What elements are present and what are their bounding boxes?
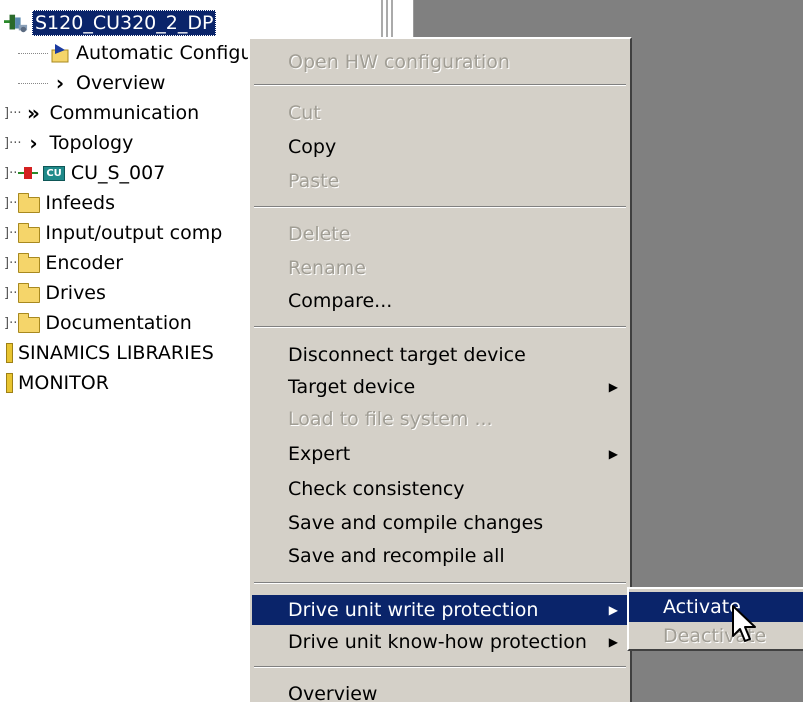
menu-item-load-to-file-system[interactable]: Load to file system ... [252, 404, 628, 434]
menu-item-disconnect-target-device[interactable]: Disconnect target device [252, 340, 628, 370]
chevron-right-icon: › [55, 71, 65, 95]
tree-connector [18, 52, 48, 54]
tree-item-label: MONITOR [18, 372, 109, 394]
tree-item-encoder[interactable]: ]·· Encoder [4, 248, 123, 278]
menu-separator [254, 666, 626, 668]
menu-item-compare[interactable]: Compare... [252, 286, 628, 316]
tree-item-drive-unit[interactable]: S120_CU320_2_DP [4, 8, 217, 38]
submenu-arrow-icon: ▶ [608, 635, 618, 649]
expand-toggle[interactable]: ]·· [4, 196, 17, 211]
menu-item-copy[interactable]: Copy [252, 132, 628, 162]
auto-config-icon [48, 41, 72, 65]
menu-item-overview[interactable]: Overview [252, 679, 628, 709]
drive-unit-icon [4, 11, 28, 35]
tree-item-monitor[interactable]: MONITOR [4, 368, 109, 398]
menu-separator [254, 582, 626, 584]
tree-item-label: Communication [49, 102, 200, 124]
tree-item-label: Infeeds [45, 192, 116, 214]
expand-toggle[interactable]: ]·· [4, 166, 17, 181]
tree-item-label: Drives [45, 282, 106, 304]
submenu-arrow-icon: ▶ [608, 380, 618, 394]
tree-item-label: Input/output comp [45, 222, 223, 244]
menu-item-delete[interactable]: Delete [252, 219, 628, 249]
menu-item-open-hw-configuration[interactable]: Open HW configuration [252, 47, 628, 77]
tree-item-topology[interactable]: ]··· › Topology [4, 128, 133, 158]
splitter-grip [386, 0, 388, 40]
expand-toggle[interactable]: ]·· [4, 316, 17, 331]
folder-icon [17, 311, 41, 335]
tree-item-label: Overview [76, 72, 166, 94]
submenu-arrow-icon: ▶ [608, 447, 618, 461]
menu-item-check-consistency[interactable]: Check consistency [252, 474, 628, 504]
folder-icon [17, 281, 41, 305]
tree-item-communication[interactable]: ]··· » Communication [4, 98, 199, 128]
menu-separator [254, 206, 626, 208]
tree-item-label: Encoder [45, 252, 124, 274]
tree-item-label: S120_CU320_2_DP [32, 10, 217, 36]
menu-item-paste[interactable]: Paste [252, 166, 628, 196]
tree-item-label: Automatic Configu [76, 42, 253, 64]
folder-icon [17, 191, 41, 215]
chevron-right-icon: › [29, 131, 38, 155]
folder-icon [17, 221, 41, 245]
tree-item-label: CU_S_007 [70, 162, 166, 184]
menu-item-save-and-recompile-all[interactable]: Save and recompile all [252, 541, 628, 571]
menu-item-target-device[interactable]: Target device ▶ [252, 372, 628, 402]
menu-item-expert[interactable]: Expert ▶ [252, 439, 628, 469]
library-icon [4, 371, 14, 395]
tree-item-automatic-configuration[interactable]: Automatic Configu [18, 38, 252, 68]
menu-separator [254, 326, 626, 328]
control-unit-icon: CU [43, 161, 65, 185]
submenu-item-deactivate[interactable]: Deactivate [629, 621, 803, 651]
tree-item-label: Topology [49, 132, 134, 154]
expand-toggle[interactable]: ]·· [4, 256, 17, 271]
tree-item-sinamics-libraries[interactable]: SINAMICS LIBRARIES [4, 338, 214, 368]
menu-item-cut[interactable]: Cut [252, 98, 628, 128]
tree-item-infeeds[interactable]: ]·· Infeeds [4, 188, 115, 218]
tree-connector [18, 82, 48, 84]
expand-toggle[interactable]: ]··· [4, 136, 21, 151]
expand-toggle[interactable]: ]··· [4, 106, 21, 121]
menu-separator [254, 84, 626, 86]
tree-item-documentation[interactable]: ]·· Documentation [4, 308, 192, 338]
tree-item-cu-s-007[interactable]: ]·· CU CU_S_007 [4, 158, 165, 188]
write-protection-submenu: Activate Deactivate [627, 587, 803, 651]
tree-item-overview[interactable]: › Overview [18, 68, 165, 98]
tree-item-input-output-components[interactable]: ]·· Input/output comp [4, 218, 222, 248]
expand-toggle[interactable]: ]·· [4, 226, 17, 241]
context-menu: Open HW configuration Cut Copy Paste Del… [248, 37, 632, 705]
double-chevron-icon: » [27, 101, 40, 125]
library-icon [4, 341, 14, 365]
menu-item-rename[interactable]: Rename [252, 253, 628, 283]
menu-item-drive-unit-know-how-protection[interactable]: Drive unit know-how protection ▶ [252, 627, 628, 657]
expand-toggle[interactable]: ]·· [4, 286, 17, 301]
tree-item-drives[interactable]: ]·· Drives [4, 278, 106, 308]
menu-item-save-and-compile-changes[interactable]: Save and compile changes [252, 508, 628, 538]
mouse-pointer-icon [732, 605, 756, 642]
submenu-arrow-icon: ▶ [608, 603, 618, 617]
splitter-grip [391, 0, 393, 40]
plug-icon [17, 161, 39, 185]
menu-item-drive-unit-write-protection[interactable]: Drive unit write protection ▶ [252, 595, 628, 625]
tree-item-label: Documentation [45, 312, 192, 334]
splitter-grip [381, 0, 383, 40]
submenu-item-activate[interactable]: Activate [629, 592, 803, 622]
tree-item-label: SINAMICS LIBRARIES [18, 342, 214, 364]
folder-icon [17, 251, 41, 275]
